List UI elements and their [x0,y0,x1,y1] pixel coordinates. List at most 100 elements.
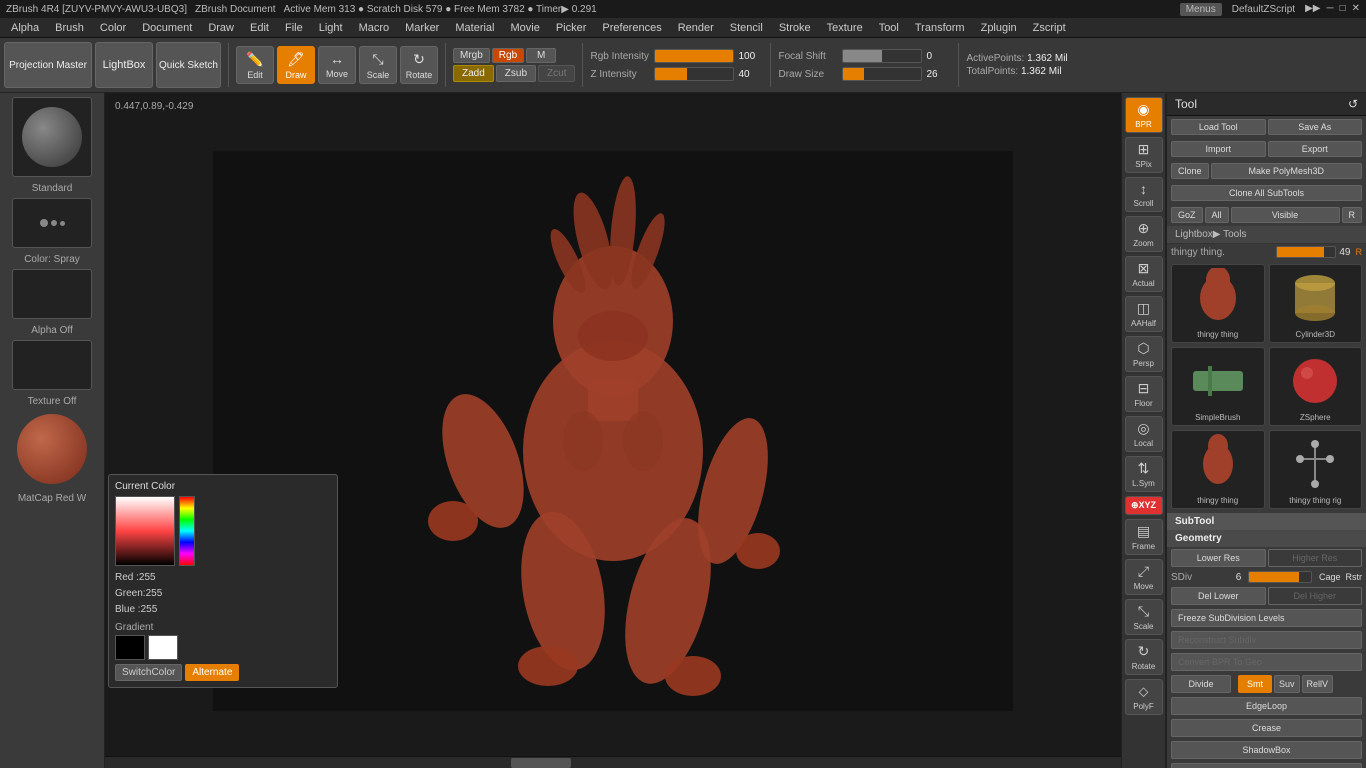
menu-color[interactable]: Color [93,20,133,36]
grad-black[interactable] [115,635,145,660]
menu-brush[interactable]: Brush [48,20,91,36]
alternate-btn[interactable]: Alternate [185,664,239,681]
lb-tool-rig[interactable]: thingy thing rig [1269,430,1363,509]
lb-tool-creature[interactable]: thingy thing [1171,264,1265,343]
menu-macro[interactable]: Macro [352,20,397,36]
window-close[interactable]: ✕ [1352,3,1360,16]
zadd-btn[interactable]: Zadd [453,65,494,82]
rgb-btn[interactable]: Rgb [492,48,524,63]
material-sphere[interactable] [17,414,87,484]
freeze-subdiv-btn[interactable]: Freeze SubDivision Levels [1171,609,1362,627]
lightbox-btn[interactable]: LightBox [95,42,153,88]
projection-master-btn[interactable]: Projection Master [4,42,92,88]
m-btn[interactable]: M [526,48,556,63]
shadowbox-btn[interactable]: ShadowBox [1171,741,1362,759]
thingy-slider[interactable] [1276,246,1336,258]
reconstruct-subdiv-btn[interactable]: Reconstruct Subdiv [1171,631,1362,649]
window-max[interactable]: □ [1340,3,1346,16]
floor-btn[interactable]: ⊟ Floor [1125,376,1163,412]
menu-preferences[interactable]: Preferences [595,20,668,36]
scale-btn[interactable]: ⤡ Scale [359,46,397,84]
import-btn[interactable]: Import [1171,141,1266,157]
goz-btn[interactable]: GoZ [1171,207,1203,223]
focal-shift-slider[interactable] [842,49,922,63]
divide-btn[interactable]: Divide [1171,675,1231,693]
suv-btn[interactable]: Suv [1274,675,1300,693]
lb-tool-creature2[interactable]: thingy thing [1171,430,1265,509]
hue-bar[interactable] [179,496,195,566]
z-intensity-slider[interactable] [654,67,734,81]
scroll-btn[interactable]: ↕ Scroll [1125,177,1163,212]
menu-zscript[interactable]: Zscript [1026,20,1073,36]
grad-white[interactable] [148,635,178,660]
rotate2-btn[interactable]: ↻ Rotate [1125,639,1163,675]
menu-edit[interactable]: Edit [243,20,276,36]
r-btn-goz[interactable]: R [1342,207,1363,223]
higher-res-btn[interactable]: Higher Res [1268,549,1363,567]
alpha-preview[interactable] [12,269,92,319]
lower-res-btn[interactable]: Lower Res [1171,549,1266,567]
menu-stencil[interactable]: Stencil [723,20,770,36]
claypolish-btn[interactable]: ClayPolish [1171,763,1362,768]
menu-alpha[interactable]: Alpha [4,20,46,36]
polyf-btn[interactable]: ⬦ PolyF [1125,679,1163,715]
load-tool-btn[interactable]: Load Tool [1171,119,1266,135]
r-btn-thingy[interactable]: R [1356,247,1363,257]
lightbox-section[interactable]: Lightbox▶ Tools [1167,226,1366,244]
menu-render[interactable]: Render [671,20,721,36]
edgeloop-btn[interactable]: EdgeLoop [1171,697,1362,715]
brush-preview[interactable] [12,97,92,177]
switch-color-btn[interactable]: SwitchColor [115,664,182,681]
play-icon[interactable]: ▶▶ [1305,3,1320,16]
persp-btn[interactable]: ⬡ Persp [1125,336,1163,372]
sdiv-slider[interactable] [1248,571,1312,583]
move-btn[interactable]: ↔ Move [318,46,356,84]
draw-btn[interactable]: 🖊 Draw [277,46,315,84]
clone-btn[interactable]: Clone [1171,163,1209,179]
mrgb-btn[interactable]: Mrgb [453,48,490,63]
scrollbar-thumb-h[interactable] [511,758,571,768]
cage-btn[interactable]: Cage [1319,572,1341,582]
menu-texture[interactable]: Texture [820,20,870,36]
xyz-btn[interactable]: ⊕XYZ [1125,496,1163,515]
lb-tool-zsphere[interactable]: ZSphere [1269,347,1363,426]
menu-marker[interactable]: Marker [398,20,446,36]
bpr-btn[interactable]: ◉ BPR [1125,97,1163,133]
refresh-icon[interactable]: ↺ [1348,97,1358,111]
texture-preview[interactable] [12,340,92,390]
actual-btn[interactable]: ⊠ Actual [1125,256,1163,292]
zoom-btn[interactable]: ⊕ Zoom [1125,216,1163,252]
lb-tool-simple[interactable]: SimpleBrush [1171,347,1265,426]
clone-all-subtools-btn[interactable]: Clone All SubTools [1171,185,1362,201]
aahalf-btn[interactable]: ◫ AAHalf [1125,296,1163,332]
export-btn[interactable]: Export [1268,141,1363,157]
rotate-btn[interactable]: ↻ Rotate [400,46,438,84]
menu-draw[interactable]: Draw [201,20,241,36]
rgb-intensity-slider[interactable] [654,49,734,63]
zcut-btn[interactable]: Zcut [538,65,575,82]
spix-btn[interactable]: ⊞ SPix [1125,137,1163,173]
convert-bpr-btn[interactable]: Convert BPR To Geo [1171,653,1362,671]
zsub-btn[interactable]: Zsub [496,65,536,82]
menu-movie[interactable]: Movie [503,20,546,36]
visible-btn[interactable]: Visible [1231,207,1340,223]
menu-picker[interactable]: Picker [549,20,594,36]
default-script[interactable]: DefaultZScript [1228,3,1299,16]
color-gradient-picker[interactable] [115,496,175,566]
frame-btn[interactable]: ▤ Frame [1125,519,1163,555]
del-higher-btn[interactable]: Del Higher [1268,587,1363,605]
geometry-section[interactable]: Geometry [1167,530,1366,547]
local-btn[interactable]: ◎ Local [1125,416,1163,452]
scale2-btn[interactable]: ⤡ Scale [1125,599,1163,635]
edit-btn[interactable]: ✏️ Edit [236,46,274,84]
menu-transform[interactable]: Transform [908,20,972,36]
lsym-btn[interactable]: ⇅ L.Sym [1125,456,1163,492]
stroke-preview[interactable] [12,198,92,248]
menu-tool[interactable]: Tool [872,20,906,36]
menu-material[interactable]: Material [448,20,501,36]
subtool-section[interactable]: SubTool [1167,513,1366,530]
rellv-btn[interactable]: RellV [1302,675,1334,693]
menu-document[interactable]: Document [135,20,199,36]
lb-tool-cylinder[interactable]: Cylinder3D [1269,264,1363,343]
menus-btn[interactable]: Menus [1180,3,1222,16]
